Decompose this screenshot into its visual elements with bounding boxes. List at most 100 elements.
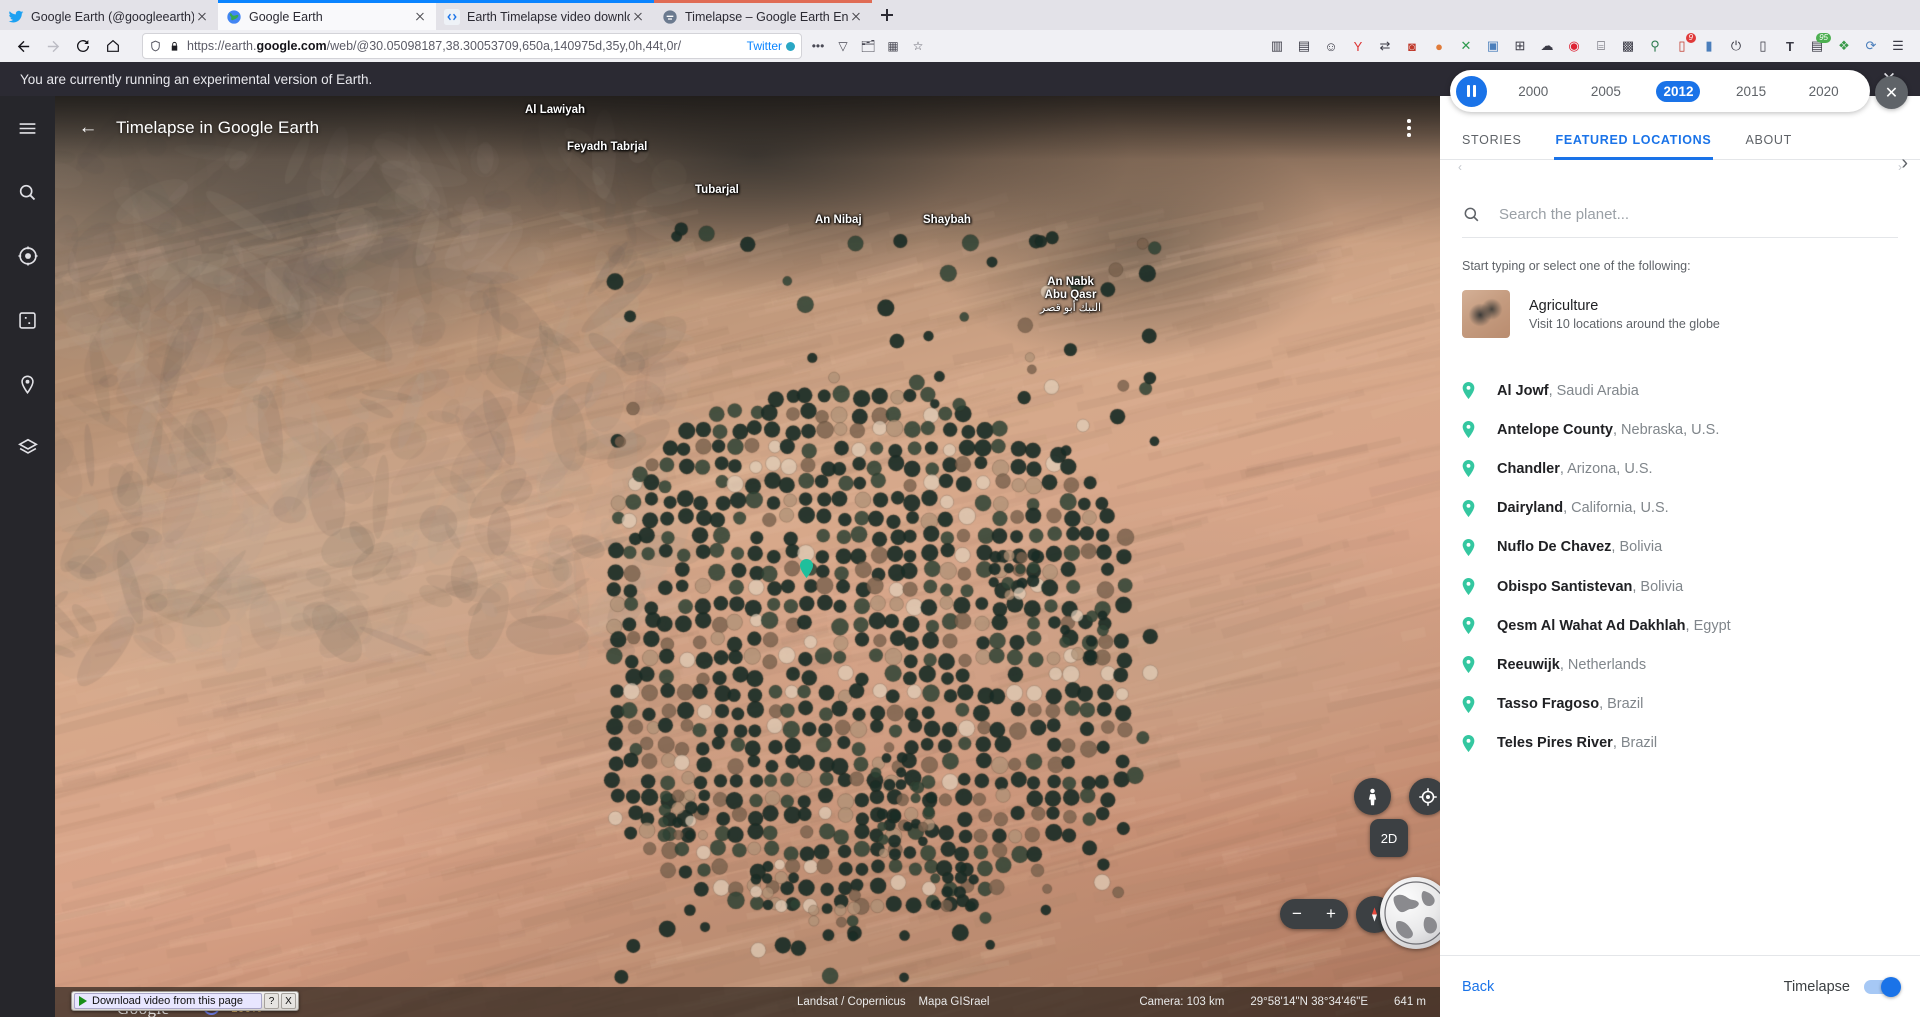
list-item[interactable]: Al Jowf, Saudi Arabia [1462, 371, 1902, 410]
tab-title: Google Earth [249, 10, 412, 24]
voyager-button[interactable] [0, 224, 55, 288]
more-options-icon[interactable] [1392, 109, 1426, 147]
help-button[interactable]: ? [264, 993, 279, 1009]
browser-tab-4[interactable]: Timelapse – Google Earth Engi [654, 0, 872, 30]
tablet-icon[interactable]: ▯ [1753, 36, 1773, 56]
list-item[interactable]: Tasso Fragoso, Brazil [1462, 685, 1902, 724]
list-item[interactable]: Nuflo De Chavez, Bolivia [1462, 528, 1902, 567]
home-button[interactable] [98, 33, 128, 59]
sync-icon[interactable]: ⟳ [1861, 36, 1881, 56]
earth-map-viewport[interactable]: ← Timelapse in Google Earth Al Lawiyah F… [55, 96, 1440, 1017]
chevron-left-icon[interactable]: ‹ [1458, 160, 1462, 174]
tab-about[interactable]: ABOUT [1745, 120, 1792, 160]
list-item[interactable]: Reeuwijk, Netherlands [1462, 645, 1902, 684]
close-icon[interactable] [412, 9, 428, 25]
browser-tab-2[interactable]: Google Earth [218, 0, 436, 30]
my-location-button[interactable] [1409, 778, 1440, 815]
location-city: Al Jowf [1497, 383, 1549, 399]
yandex-icon[interactable]: Y [1348, 36, 1368, 56]
back-button[interactable] [8, 33, 38, 59]
qr-icon[interactable]: ▦ [883, 36, 903, 56]
timeline-year[interactable]: 2000 [1518, 84, 1548, 99]
pocket-icon[interactable]: ▽ [833, 36, 853, 56]
pin-icon[interactable]: ⚲ [1645, 36, 1665, 56]
tab-featured-locations[interactable]: FEATURED LOCATIONS [1556, 120, 1712, 160]
list-item[interactable]: Chandler, Arizona, U.S. [1462, 449, 1902, 488]
forward-button[interactable] [38, 33, 68, 59]
timeline-year[interactable]: 2020 [1809, 84, 1839, 99]
timeline-year[interactable]: 2015 [1736, 84, 1766, 99]
close-icon[interactable] [194, 9, 210, 25]
list-item[interactable]: Obispo Santistevan, Bolivia [1462, 567, 1902, 606]
battery-icon[interactable]: ▮ [1699, 36, 1719, 56]
browser-tab-1[interactable]: Google Earth (@googleearth) [0, 0, 218, 30]
location-name: Nuflo De Chavez, Bolivia [1497, 539, 1662, 555]
library-icon[interactable]: ▥ [1267, 36, 1287, 56]
screenshot-icon[interactable]: 🗂 [858, 36, 878, 56]
location-name: Chandler, Arizona, U.S. [1497, 461, 1653, 477]
list-item[interactable]: Dairyland, California, U.S. [1462, 489, 1902, 528]
notification-icon[interactable]: ▯9 [1672, 36, 1692, 56]
calculator-icon[interactable]: ⌸ [1591, 36, 1611, 56]
list-item[interactable]: Antelope County, Nebraska, U.S. [1462, 410, 1902, 449]
story-card-agriculture[interactable]: Agriculture Visit 10 locations around th… [1462, 286, 1898, 342]
counter-icon[interactable]: ▤95 [1807, 36, 1827, 56]
map-style-button[interactable] [0, 416, 55, 480]
text-icon[interactable]: T [1780, 36, 1800, 56]
timeline-year[interactable]: 2005 [1591, 84, 1621, 99]
account-icon[interactable]: ☺ [1321, 36, 1341, 56]
list-item[interactable]: Teles Pires River, Brazil [1462, 724, 1902, 763]
bookmark-star-icon[interactable]: ☆ [908, 36, 928, 56]
sidebar-icon[interactable]: ▤ [1294, 36, 1314, 56]
timeline-scrubber[interactable]: 2000 2005 2012 2015 2020 [1450, 70, 1870, 112]
power-icon[interactable]: ⏻ [1726, 36, 1746, 56]
close-panel-button[interactable]: ✕ [1875, 76, 1908, 109]
tab-title: Google Earth (@googleearth) [31, 10, 194, 24]
translate-icon[interactable]: ⇄ [1375, 36, 1395, 56]
more-icon[interactable]: ••• [808, 36, 828, 56]
extension-red-icon[interactable]: ◙ [1402, 36, 1422, 56]
app-menu-icon[interactable]: ☰ [1888, 36, 1908, 56]
timelapse-toggle[interactable] [1864, 980, 1898, 994]
selected-location-marker[interactable] [799, 559, 814, 578]
close-icon[interactable] [630, 9, 646, 25]
download-video-button[interactable]: Download video from this page [74, 993, 262, 1009]
download-video-bar[interactable]: Download video from this page ? X [71, 991, 299, 1011]
my-places-button[interactable] [0, 352, 55, 416]
location-pin-icon [1462, 735, 1475, 752]
extension-green-icon[interactable]: ✕ [1456, 36, 1476, 56]
url-chip[interactable]: Twitter [747, 39, 795, 53]
close-icon[interactable] [848, 9, 864, 25]
search-row[interactable] [1462, 192, 1898, 238]
back-link[interactable]: Back [1462, 979, 1494, 995]
extension-blue-icon[interactable]: ▣ [1483, 36, 1503, 56]
mini-globe[interactable] [1380, 877, 1440, 949]
back-button[interactable]: ← [69, 109, 107, 147]
zoom-in-button[interactable]: + [1314, 899, 1348, 929]
timeline-years[interactable]: 2000 2005 2012 2015 2020 [1487, 70, 1870, 112]
my-location-icon [1418, 787, 1438, 807]
extension-orange-icon[interactable]: ● [1429, 36, 1449, 56]
close-button[interactable]: X [281, 993, 296, 1009]
timeline-year-active[interactable]: 2012 [1663, 84, 1693, 99]
reload-button[interactable] [68, 33, 98, 59]
leaf-icon[interactable]: ❖ [1834, 36, 1854, 56]
search-input[interactable] [1499, 206, 1898, 223]
new-tab-button[interactable] [872, 0, 902, 30]
search-button[interactable] [0, 160, 55, 224]
pause-button[interactable] [1456, 76, 1487, 107]
menu-button[interactable] [0, 96, 55, 160]
keyboard-icon[interactable]: ▩ [1618, 36, 1638, 56]
pegman-button[interactable] [1354, 778, 1391, 815]
record-icon[interactable]: ◉ [1564, 36, 1584, 56]
tab-stories[interactable]: STORIES [1462, 120, 1522, 160]
chevron-right-icon[interactable]: › [1901, 152, 1908, 175]
grid-icon[interactable]: ⊞ [1510, 36, 1530, 56]
cloud-icon[interactable]: ☁ [1537, 36, 1557, 56]
url-bar[interactable]: https://earth.google.com/web/@30.0509818… [142, 33, 802, 59]
list-item[interactable]: Qesm Al Wahat Ad Dakhlah, Egypt [1462, 606, 1902, 645]
map-mode-2d-button[interactable]: 2D [1370, 819, 1408, 857]
feeling-lucky-button[interactable] [0, 288, 55, 352]
zoom-out-button[interactable]: − [1280, 899, 1314, 929]
browser-tab-3[interactable]: Earth Timelapse video downloa [436, 0, 654, 30]
